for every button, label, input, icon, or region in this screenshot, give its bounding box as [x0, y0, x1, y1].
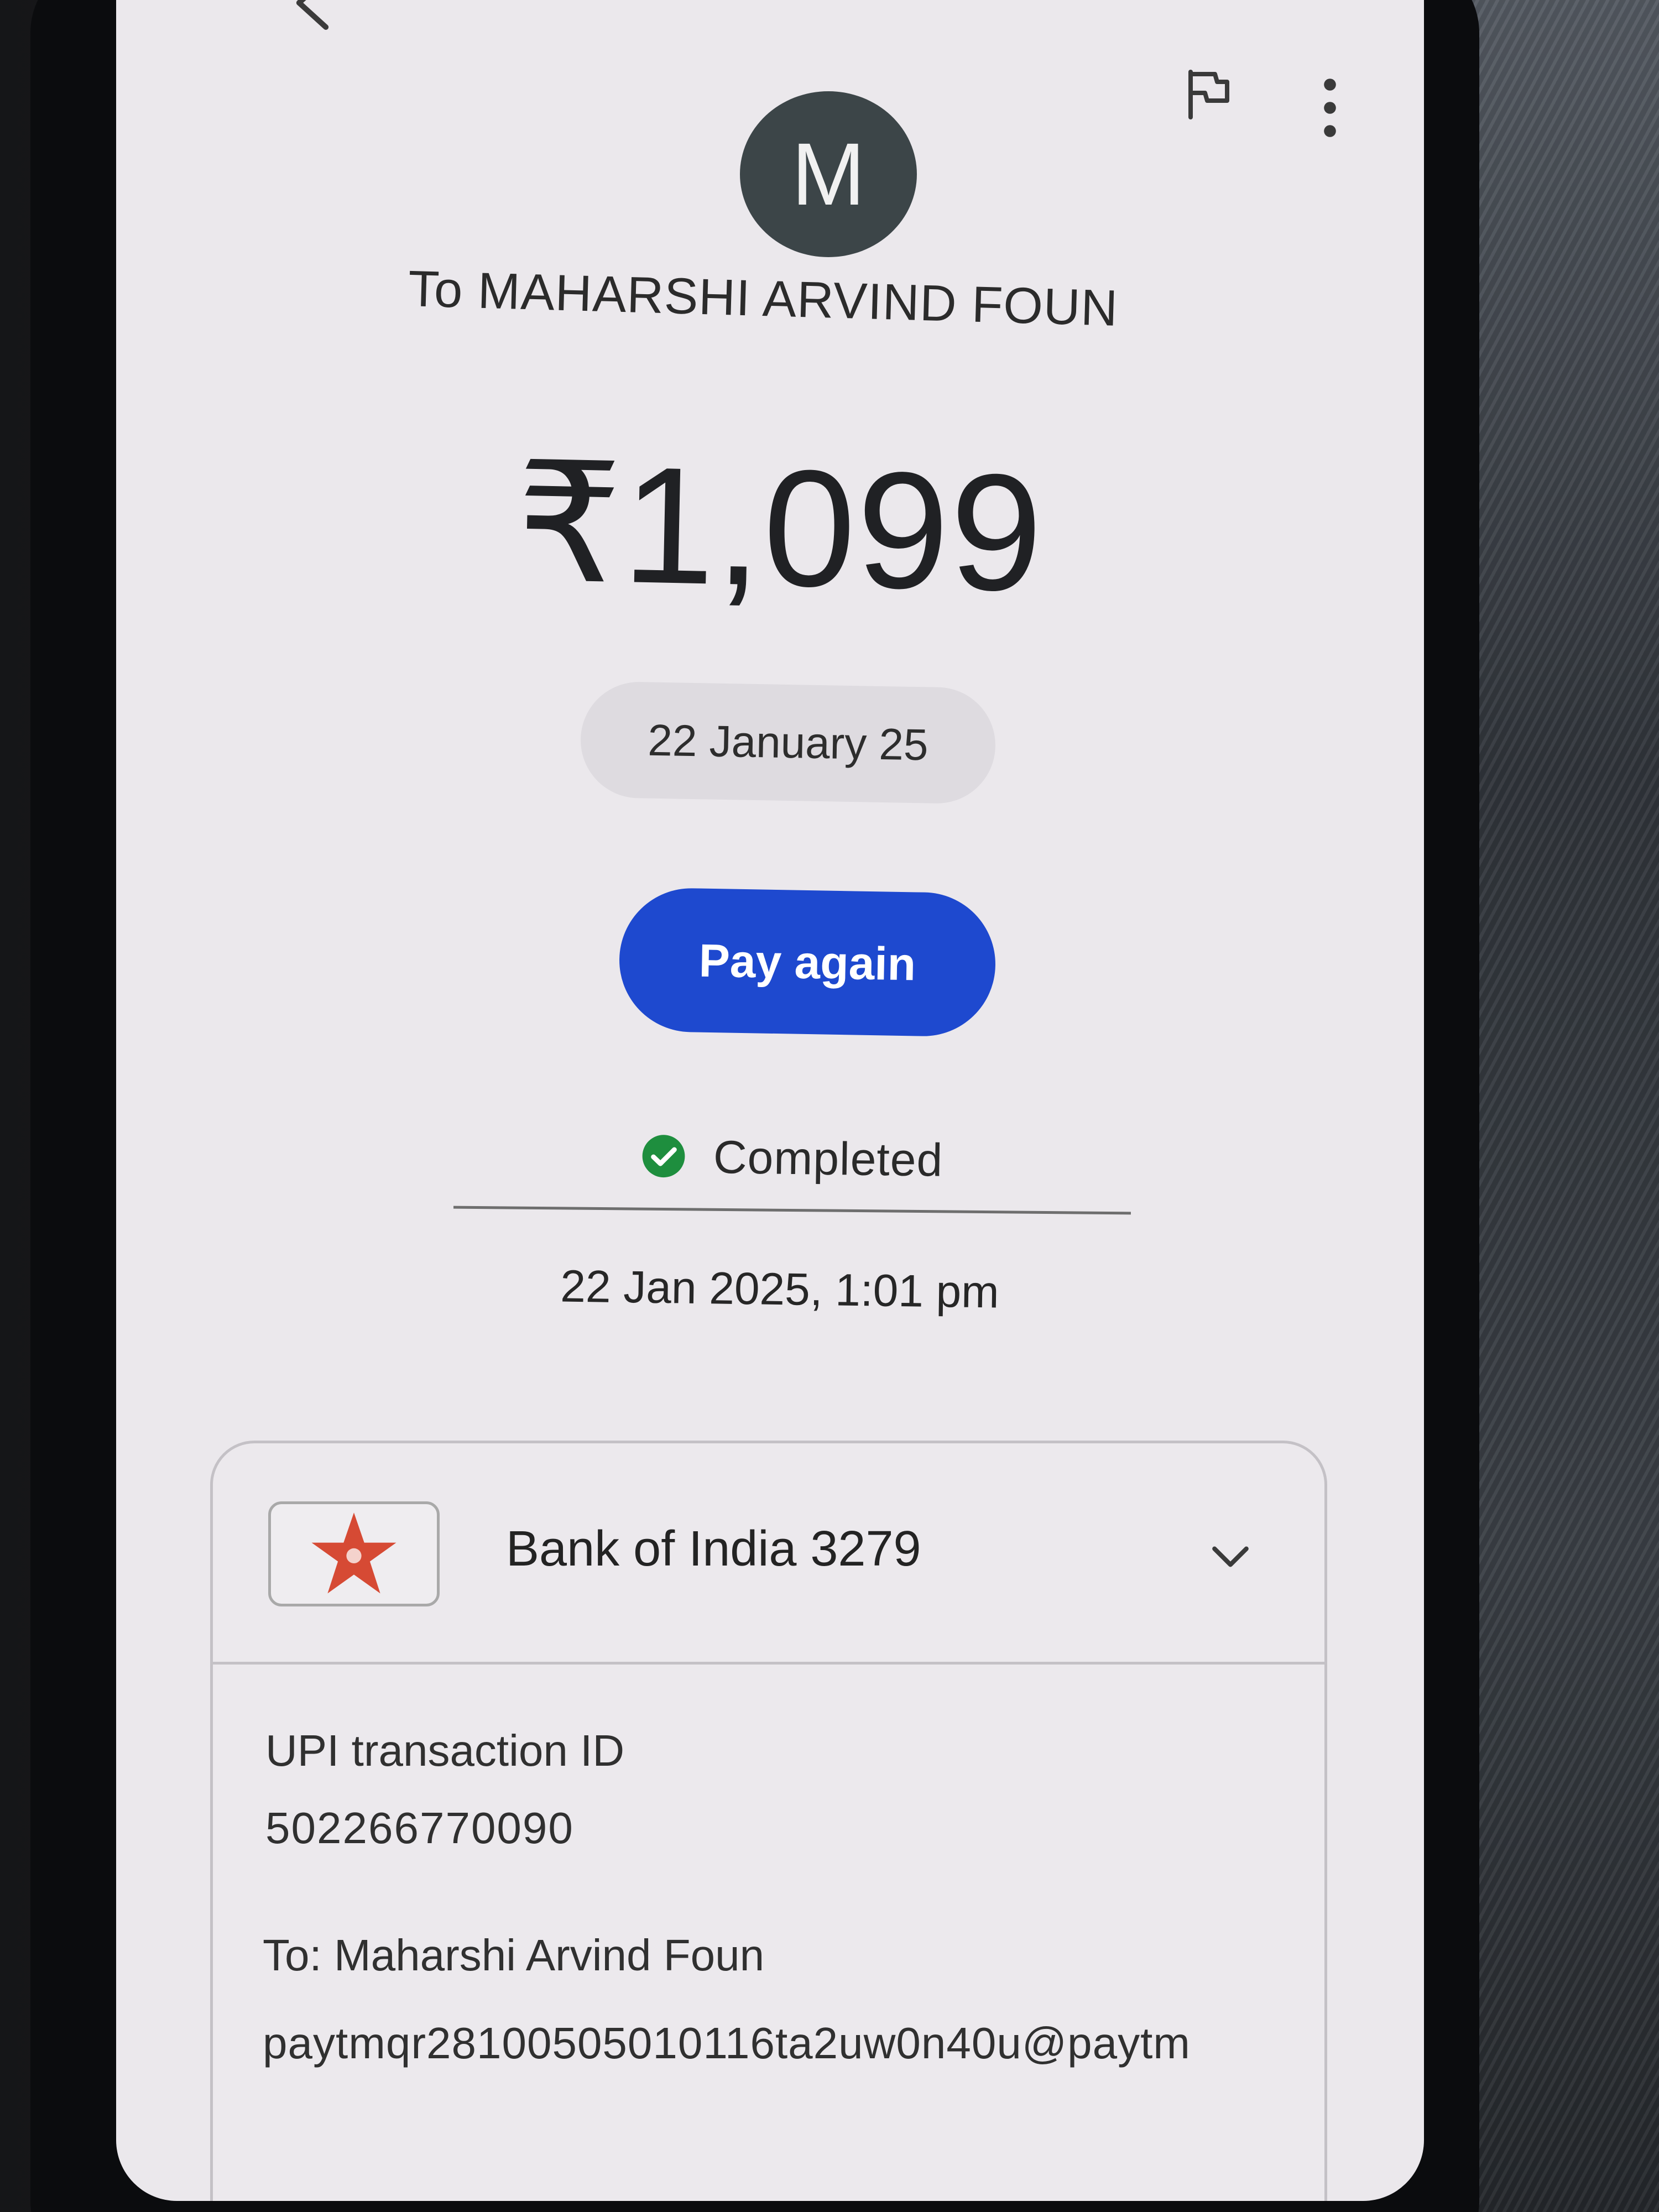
photo-scene: M To MAHARSHI ARVIND FOUN ₹1,099 22 Janu…: [0, 0, 1659, 2212]
divider: [453, 1206, 1131, 1215]
status-text: Completed: [713, 1130, 943, 1186]
chevron-down-icon[interactable]: [1206, 1532, 1255, 1582]
upi-transaction-id-value: 502266770090: [265, 1803, 574, 1853]
recipient-title: To MAHARSHI ARVIND FOUN: [407, 260, 1119, 337]
date-chip: 22 January 25: [580, 681, 997, 805]
chevron-left-icon[interactable]: [282, 0, 343, 33]
upi-transaction-id-label: UPI transaction ID: [265, 1726, 625, 1775]
card-divider: [213, 1662, 1324, 1665]
payee-upi-id: paytmqr28100505010116ta2uw0n40u@paytm: [263, 2018, 1191, 2068]
flag-icon[interactable]: [1181, 66, 1236, 122]
bank-name: Bank of India 3279: [506, 1521, 921, 1577]
recipient-avatar: M: [740, 91, 917, 257]
bank-logo: [268, 1501, 440, 1606]
phone-frame: M To MAHARSHI ARVIND FOUN ₹1,099 22 Janu…: [30, 0, 1479, 2212]
check-circle-icon: [642, 1135, 685, 1178]
star-logo-icon: [311, 1512, 397, 1594]
payee-name-label: To: Maharshi Arvind Foun: [263, 1931, 765, 1980]
vertical-dots-icon[interactable]: [1313, 75, 1347, 141]
payment-amount: ₹1,099: [514, 429, 1046, 626]
bank-account-row[interactable]: Bank of India 3279: [213, 1443, 1324, 1662]
payment-details-screen: M To MAHARSHI ARVIND FOUN ₹1,099 22 Janu…: [116, 0, 1424, 2201]
status-row: Completed: [641, 1125, 1029, 1192]
pay-again-button[interactable]: Pay again: [618, 887, 997, 1037]
phone-screen: M To MAHARSHI ARVIND FOUN ₹1,099 22 Janu…: [116, 0, 1424, 2201]
transaction-timestamp: 22 Jan 2025, 1:01 pm: [560, 1261, 1000, 1318]
transaction-details-card: Bank of India 3279 UPI transaction ID 50…: [210, 1441, 1327, 2201]
